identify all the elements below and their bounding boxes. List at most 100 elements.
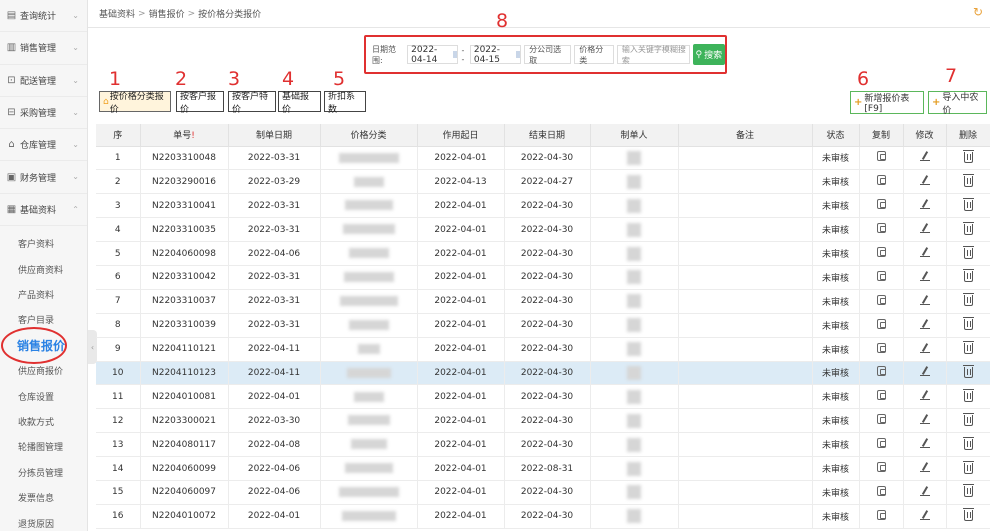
col-header[interactable]: 单号!: [140, 124, 229, 147]
breadcrumb-item[interactable]: 基础资料: [99, 7, 135, 20]
tab-by-customer[interactable]: 按客户报价: [176, 91, 224, 115]
copy-icon[interactable]: [876, 270, 886, 281]
tab-customer-special[interactable]: 按客户特价: [228, 91, 276, 115]
trash-icon[interactable]: [962, 245, 974, 259]
trash-icon[interactable]: [962, 508, 974, 522]
edit-icon[interactable]: [919, 390, 930, 401]
trash-icon[interactable]: [962, 460, 974, 474]
trash-icon[interactable]: [962, 341, 974, 355]
copy-icon[interactable]: [876, 509, 886, 520]
copy-icon[interactable]: [876, 223, 886, 234]
edit-icon[interactable]: [919, 223, 930, 234]
refresh-icon[interactable]: ↻: [973, 6, 986, 19]
sidebar-item-carousel[interactable]: 轮播图管理: [0, 434, 87, 459]
table-row[interactable]: 6 N2203310042 2022-03-31 2022-04-01 2022-04-…: [96, 265, 990, 290]
category-select[interactable]: 价格分类: [574, 45, 614, 65]
trash-icon[interactable]: [962, 293, 974, 307]
table-row[interactable]: 15 N2204060097 2022-04-06 2022-04-01 2022-04…: [96, 480, 990, 505]
date-from-input[interactable]: 2022-04-14: [407, 45, 459, 65]
table-row[interactable]: 14 N2204060099 2022-04-06 2022-04-01 2022-08…: [96, 456, 990, 481]
trash-icon[interactable]: [962, 197, 974, 211]
date-to-input[interactable]: 2022-04-15: [469, 45, 522, 65]
trash-icon[interactable]: [962, 173, 974, 187]
trash-icon[interactable]: [962, 149, 974, 163]
table-row[interactable]: 2 N2203290016 2022-03-29 2022-04-13 2022-04-…: [96, 169, 990, 195]
tab-base-price[interactable]: 基础报价: [278, 91, 321, 115]
copy-icon[interactable]: [876, 199, 886, 210]
nav-basic-data[interactable]: ▦ 基础资料 ⌃: [0, 194, 87, 227]
tab-by-price-category[interactable]: ⌂ 按价格分类报价: [99, 91, 171, 115]
table-row[interactable]: 3 N2203310041 2022-03-31 2022-04-01 2022-04-…: [96, 193, 990, 219]
sidebar-item-sales-quote[interactable]: 销售报价: [0, 326, 87, 364]
copy-icon[interactable]: [876, 175, 886, 186]
edit-icon[interactable]: [919, 295, 930, 305]
table-row[interactable]: 1 N2203310048 2022-03-31 2022-04-01 2022-04-…: [96, 146, 990, 171]
copy-icon[interactable]: [876, 318, 886, 329]
trash-icon[interactable]: [962, 269, 974, 283]
sidebar-item-supplier[interactable]: 供应商资料: [0, 256, 87, 281]
copy-icon[interactable]: [876, 247, 886, 257]
trash-icon[interactable]: [962, 388, 974, 402]
table-row[interactable]: 13 N2204080117 2022-04-08 2022-04-01 2022-04…: [96, 432, 990, 458]
sidebar-item-product[interactable]: 产品资料: [0, 282, 87, 307]
search-button[interactable]: ⚲ 搜索: [692, 44, 725, 65]
breadcrumb-item[interactable]: 销售报价: [149, 7, 185, 20]
nav-purchase[interactable]: ⊟ 采购管理 ⌄: [0, 97, 87, 130]
edit-icon[interactable]: [919, 319, 930, 329]
copy-icon[interactable]: [876, 342, 886, 353]
sidebar-item-payment-method[interactable]: 收款方式: [0, 409, 87, 434]
sidebar-item-supplier-quote[interactable]: 供应商报价: [0, 358, 87, 383]
keyword-search-input[interactable]: 输入关键字模糊搜索: [616, 45, 690, 65]
table-row[interactable]: 11 N2204010081 2022-04-01 2022-04-01 2022-04…: [96, 384, 990, 410]
trash-icon[interactable]: [962, 364, 974, 378]
copy-icon[interactable]: [876, 366, 886, 377]
edit-icon[interactable]: [919, 199, 930, 210]
sidebar-item-customer[interactable]: 客户资料: [0, 231, 87, 256]
new-quote-button[interactable]: + 新增报价表[F9]: [850, 91, 924, 114]
sidebar-item-sorter[interactable]: 分拣员管理: [0, 460, 87, 485]
tab-discount-factor[interactable]: 折扣系数: [324, 91, 366, 115]
edit-icon[interactable]: [919, 438, 930, 449]
nav-sales[interactable]: ▥ 销售管理 ⌄: [0, 32, 87, 65]
edit-icon[interactable]: [919, 271, 930, 281]
edit-icon[interactable]: [919, 151, 930, 162]
table-row[interactable]: 4 N2203310035 2022-03-31 2022-04-01 2022-04-…: [96, 217, 990, 243]
table-row[interactable]: 7 N2203310037 2022-03-31 2022-04-01 2022-04-…: [96, 289, 990, 314]
table-row[interactable]: 9 N2204110121 2022-04-11 2022-04-01 2022-04-…: [96, 337, 990, 362]
edit-icon[interactable]: [919, 510, 930, 520]
copy-icon[interactable]: [876, 414, 886, 425]
copy-icon[interactable]: [876, 390, 886, 401]
edit-icon[interactable]: [919, 175, 930, 186]
trash-icon[interactable]: [962, 412, 974, 426]
copy-icon[interactable]: [876, 485, 886, 496]
trash-icon[interactable]: [962, 317, 974, 331]
copy-icon[interactable]: [876, 462, 886, 473]
edit-icon[interactable]: [919, 343, 930, 353]
cell-status: 未审核: [812, 504, 860, 529]
table-row[interactable]: 12 N2203300021 2022-03-30 2022-04-01 2022-04…: [96, 408, 990, 434]
edit-icon[interactable]: [919, 366, 930, 377]
sidebar-item-warehouse-settings[interactable]: 仓库设置: [0, 383, 87, 408]
import-price-button[interactable]: + 导入中农价: [928, 91, 987, 116]
copy-icon[interactable]: [876, 151, 886, 162]
nav-finance[interactable]: ▣ 财务管理 ⌄: [0, 161, 87, 194]
trash-icon[interactable]: [962, 436, 974, 450]
table-row[interactable]: 8 N2203310039 2022-03-31 2022-04-01 2022-04-…: [96, 313, 990, 338]
table-row[interactable]: 10 N2204110123 2022-04-11 2022-04-01 2022-04…: [96, 361, 990, 386]
trash-icon[interactable]: [962, 221, 974, 235]
sidebar-item-invoice[interactable]: 发票信息: [0, 485, 87, 510]
table-row[interactable]: 16 N2204010072 2022-04-01 2022-04-01 2022-04…: [96, 504, 990, 529]
nav-warehouse[interactable]: ⌂ 仓库管理 ⌄: [0, 129, 87, 162]
nav-delivery[interactable]: ⊡ 配送管理 ⌄: [0, 65, 87, 97]
table-row[interactable]: 5 N2204060098 2022-04-06 2022-04-01 2022-04-…: [96, 241, 990, 266]
edit-icon[interactable]: [919, 486, 930, 496]
branch-select[interactable]: 分公司选取: [524, 45, 572, 65]
edit-icon[interactable]: [919, 462, 930, 473]
edit-icon[interactable]: [919, 247, 930, 257]
sidebar-item-return-reason[interactable]: 退货原因: [0, 510, 87, 531]
nav-query-stats[interactable]: ▤ 查询统计 ⌄: [0, 0, 87, 33]
edit-icon[interactable]: [919, 414, 930, 425]
trash-icon[interactable]: [962, 484, 974, 498]
copy-icon[interactable]: [876, 438, 886, 449]
copy-icon[interactable]: [876, 294, 886, 305]
